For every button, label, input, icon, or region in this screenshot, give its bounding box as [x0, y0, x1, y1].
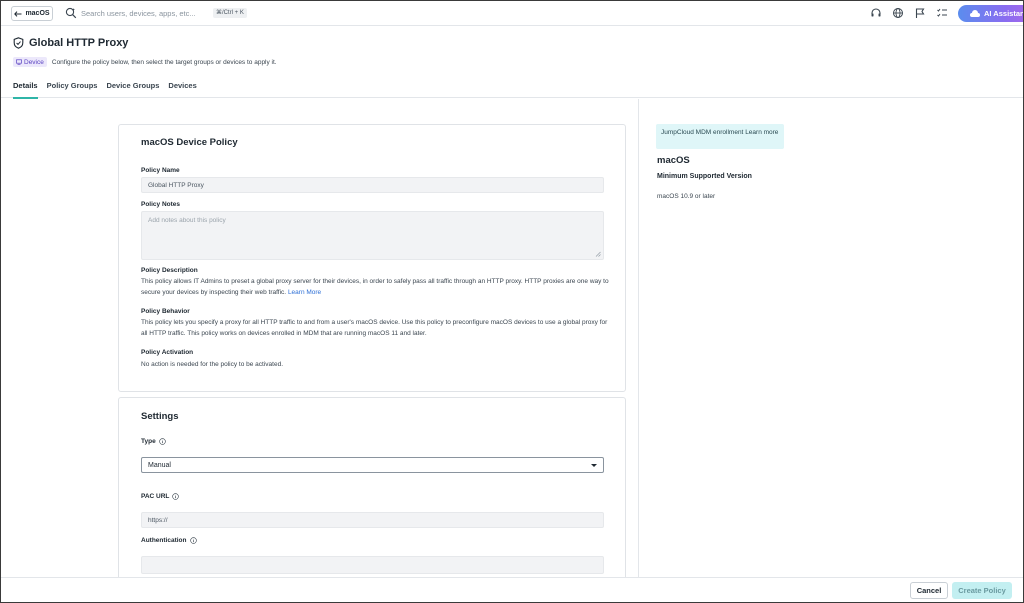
policy-name-label: Policy Name — [141, 167, 180, 174]
device-icon — [16, 59, 22, 65]
policy-description: This policy allows IT Admins to preset a… — [141, 277, 611, 298]
authentication-field[interactable] — [141, 556, 604, 574]
page-header: Global HTTP Proxy — [13, 37, 128, 49]
main-content: macOS Device Policy Policy Name Global H… — [1, 99, 639, 587]
mdm-note-text: JumpCloud MDM enrollment — [661, 129, 744, 136]
pac-url-label: PAC URL — [141, 493, 180, 500]
pac-url-field[interactable]: https:// — [141, 512, 604, 528]
info-icon[interactable] — [189, 537, 197, 544]
type-label-text: Type — [141, 438, 156, 445]
mdm-enrollment-note: JumpCloud MDM enrollment Learn more — [656, 124, 784, 149]
policy-card-title: macOS Device Policy — [141, 137, 238, 148]
type-label: Type — [141, 438, 166, 445]
policy-activation-text: No action is needed for the policy to be… — [141, 361, 284, 368]
page-subtitle: Configure the policy below, then select … — [51, 58, 277, 66]
header-subrow: Device Configure the policy below, then … — [13, 57, 277, 67]
footer-bar: Cancel Create Policy — [1, 577, 1023, 602]
policy-description-label: Policy Description — [141, 267, 198, 274]
settings-title: Settings — [141, 411, 179, 422]
min-version-label: Minimum Supported Version — [657, 173, 752, 180]
type-select[interactable]: Manual — [141, 457, 604, 473]
flag-icon[interactable] — [914, 7, 926, 19]
headset-icon[interactable] — [870, 7, 882, 19]
learn-more-link[interactable]: Learn More — [288, 289, 321, 296]
shield-icon — [13, 37, 24, 49]
policy-behavior-text: This policy lets you specify a proxy for… — [141, 319, 608, 337]
ai-sparkle-icon — [970, 9, 980, 17]
app-window: macOS Search users, devices, apps, etc..… — [0, 0, 1024, 603]
back-button-label: macOS — [25, 10, 50, 17]
policy-description-text: This policy allows IT Admins to preset a… — [141, 278, 609, 296]
page-title: Global HTTP Proxy — [29, 37, 129, 49]
device-badge-label: Device — [24, 58, 44, 66]
pac-url-label-text: PAC URL — [141, 493, 170, 500]
arrow-left-icon — [14, 10, 22, 17]
tab-details[interactable]: Details — [13, 77, 38, 99]
info-icon[interactable] — [172, 493, 180, 500]
tab-policy-groups[interactable]: Policy Groups — [47, 77, 98, 98]
policy-info-card: macOS Device Policy Policy Name Global H… — [118, 124, 626, 392]
search-icon — [65, 7, 77, 19]
globe-icon[interactable] — [892, 7, 904, 19]
policy-notes-placeholder: Add notes about this policy — [148, 217, 226, 224]
device-badge: Device — [13, 57, 47, 67]
search-shortcut-hint: ⌘/Ctrl + K — [213, 8, 247, 18]
tab-devices[interactable]: Devices — [168, 77, 196, 98]
authentication-label-text: Authentication — [141, 537, 187, 544]
min-version-value: macOS 10.9 or later — [657, 193, 716, 200]
tasks-icon[interactable] — [936, 7, 948, 19]
top-bar: macOS Search users, devices, apps, etc..… — [1, 1, 1023, 26]
type-select-value: Manual — [148, 461, 171, 469]
os-title: macOS — [657, 155, 690, 166]
resize-grip-icon[interactable] — [595, 251, 601, 257]
back-button[interactable]: macOS — [11, 6, 53, 21]
policy-notes-label: Policy Notes — [141, 201, 181, 208]
create-policy-button[interactable]: Create Policy — [952, 582, 1012, 599]
search-input[interactable]: Search users, devices, apps, etc... — [81, 9, 196, 18]
cancel-button[interactable]: Cancel — [910, 582, 948, 599]
ai-assistant-label: AI Assistant — [984, 9, 1024, 18]
caret-down-icon — [591, 464, 597, 467]
policy-notes-field[interactable]: Add notes about this policy — [141, 211, 604, 260]
ai-assistant-button[interactable]: AI Assistant — [958, 5, 1024, 22]
policy-name-field[interactable]: Global HTTP Proxy — [141, 177, 604, 193]
info-icon[interactable] — [159, 438, 166, 445]
policy-behavior-label: Policy Behavior — [141, 308, 190, 315]
tab-bar: Details Policy Groups Device Groups Devi… — [1, 77, 1023, 99]
authentication-label: Authentication — [141, 537, 197, 544]
policy-activation-label: Policy Activation — [141, 349, 194, 356]
settings-card: Settings Type Manual PAC URL https:// Au… — [118, 397, 626, 587]
tab-device-groups[interactable]: Device Groups — [106, 77, 159, 98]
mdm-learn-more-link[interactable]: Learn more — [745, 129, 778, 136]
